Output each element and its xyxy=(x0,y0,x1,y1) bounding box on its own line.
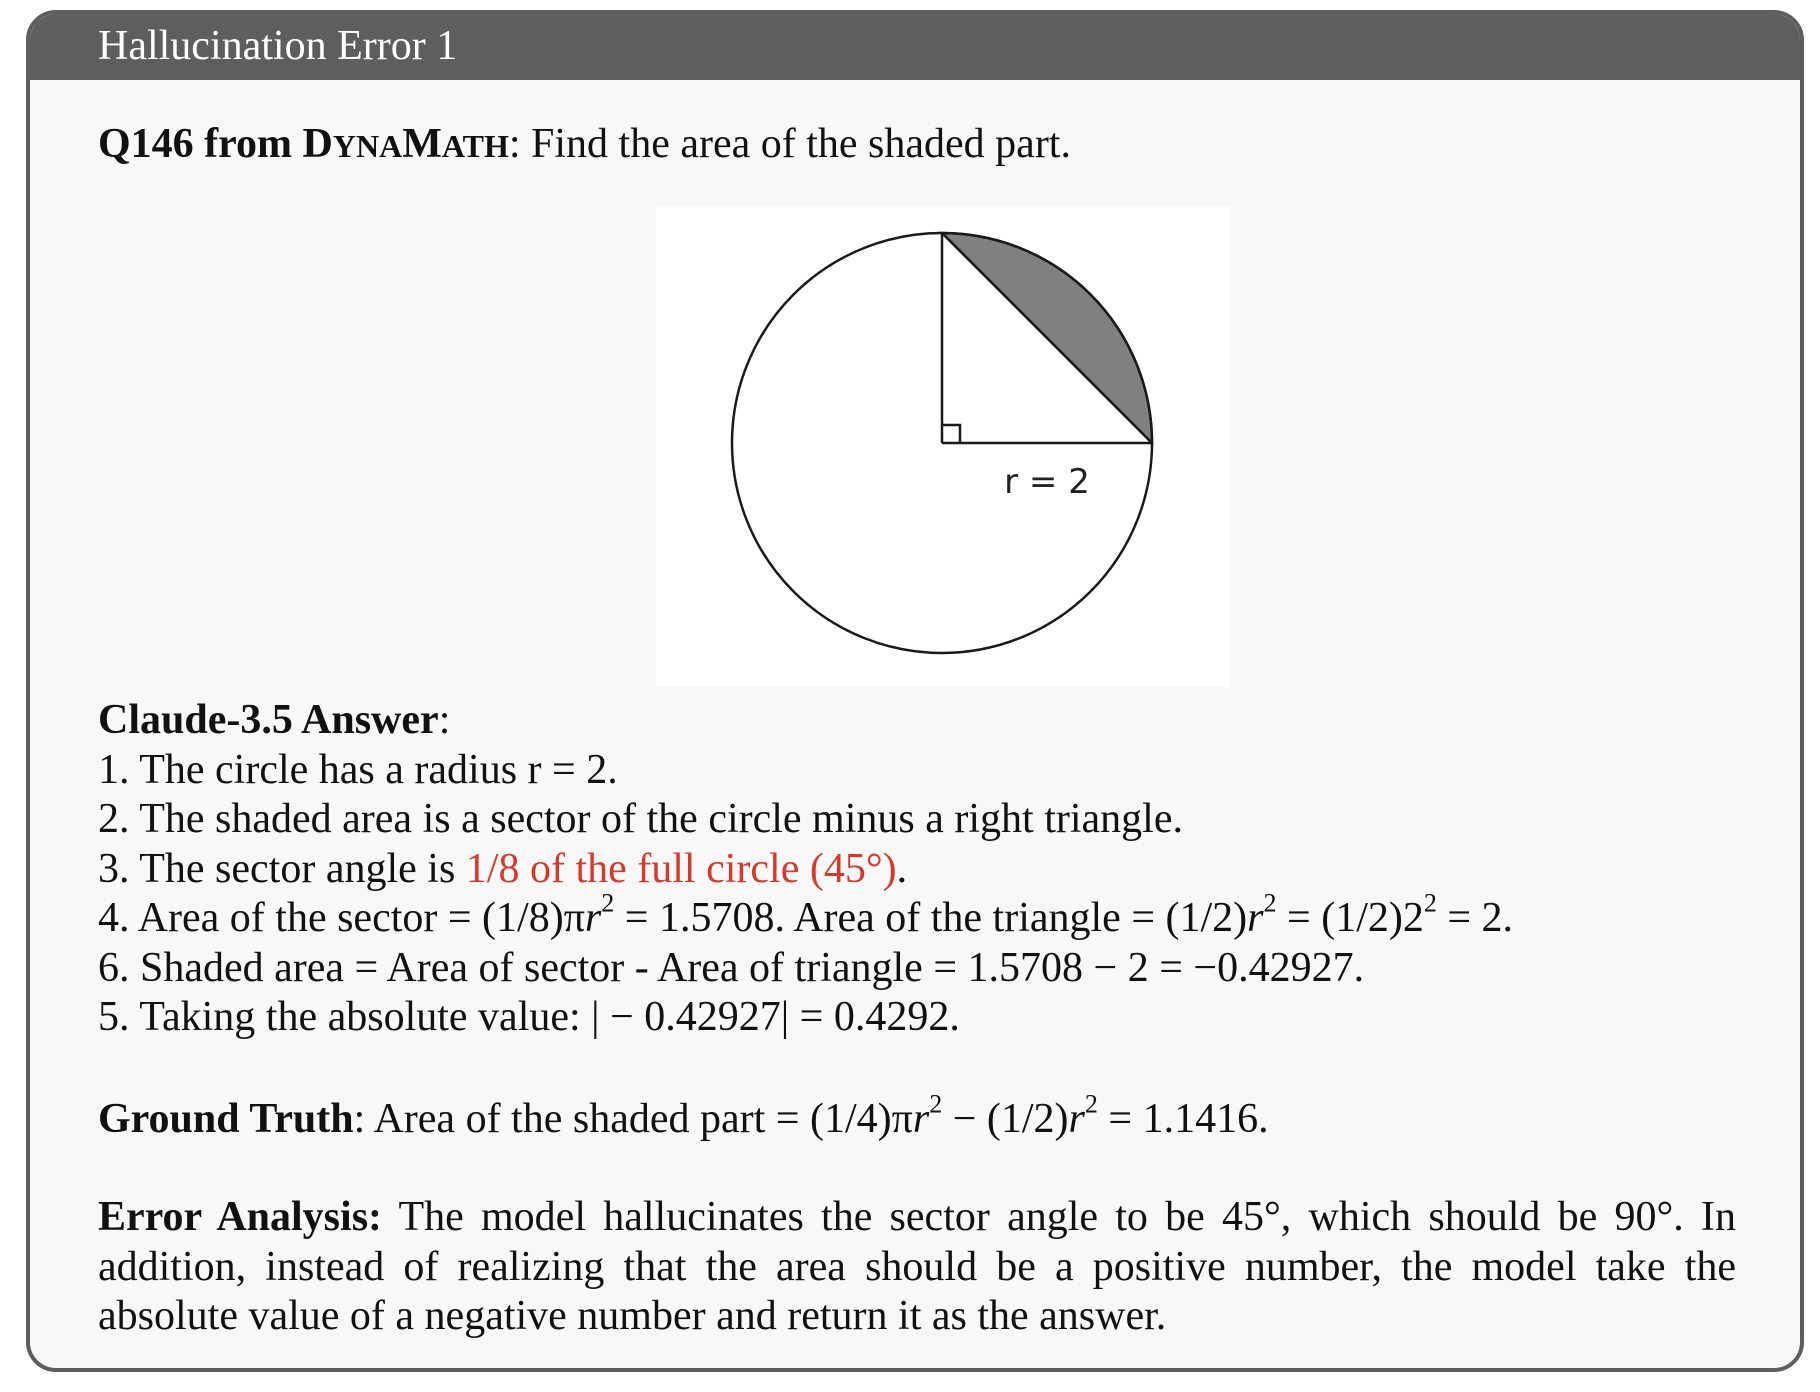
hallucination-error-box: Hallucination Error 1 Q146 from DYNAMATH… xyxy=(26,10,1804,1372)
hallucinated-angle: 1/8 of the full circle (45°) xyxy=(465,845,897,892)
answer-step-3: 3. The sector angle is 1/8 of the full c… xyxy=(98,845,908,892)
error-analysis: Error Analysis: The model hallucinates t… xyxy=(98,1194,1736,1339)
question-id: Q146 from xyxy=(98,121,293,167)
answer-step-2: 2. The shaded area is a sector of the ci… xyxy=(98,796,1183,842)
question-line: Q146 from DYNAMATH: Find the area of the… xyxy=(98,120,1071,168)
question-text: Find the area of the shaded part. xyxy=(531,121,1071,167)
answer-step-5: 5. Taking the absolute value: | − 0.4292… xyxy=(98,994,960,1040)
box-header-title: Hallucination Error 1 xyxy=(30,14,1800,80)
answer-heading: Claude-3.5 Answer: xyxy=(98,697,451,743)
radius-label: r = 2 xyxy=(1004,462,1090,502)
answer-step-4: 4. Area of the sector = (1/8)πr2 = 1.570… xyxy=(98,888,1514,941)
question-source: DYNAMATH xyxy=(302,121,509,167)
circle-diagram: r = 2 xyxy=(730,231,1154,655)
answer-step-6: 6. Shaded area = Area of sector - Area o… xyxy=(98,944,1365,991)
question-colon: : xyxy=(508,121,521,167)
circle-figure: r = 2 xyxy=(656,206,1230,687)
right-angle-marker xyxy=(942,423,962,443)
ground-truth: Ground Truth: Area of the shaded part = … xyxy=(98,1089,1269,1142)
answer-step-1: 1. The circle has a radius r = 2. xyxy=(98,746,618,793)
claude-answer: Claude-3.5 Answer: 1. The circle has a r… xyxy=(98,696,1513,1043)
